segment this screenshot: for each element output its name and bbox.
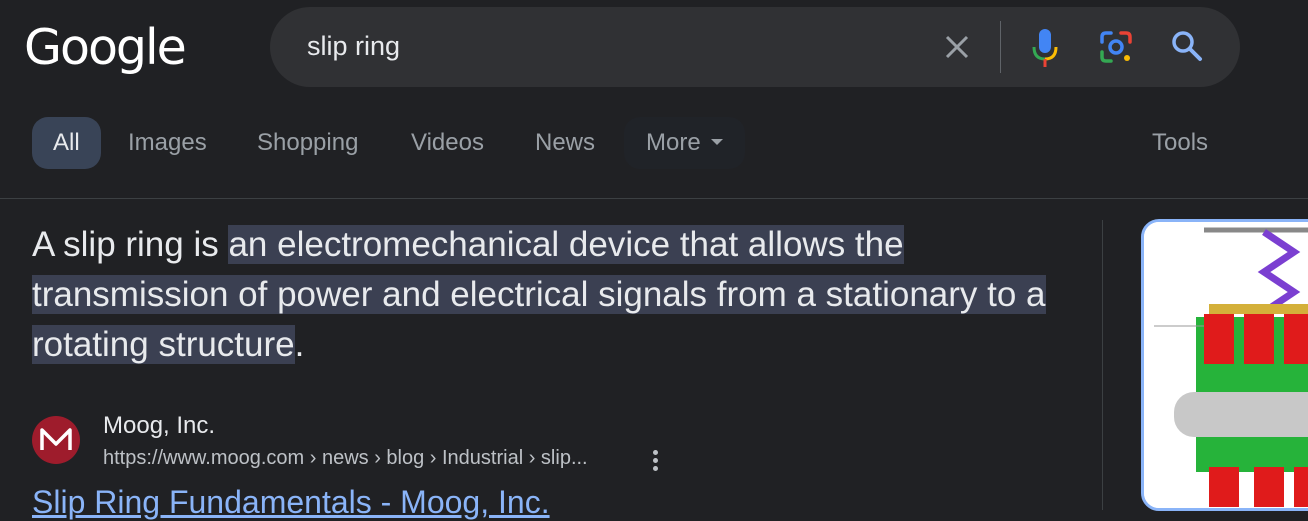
- answer-prefix: A slip ring is: [32, 225, 229, 264]
- source-url[interactable]: https://www.moog.com › news › blog › Ind…: [103, 447, 588, 470]
- source-name[interactable]: Moog, Inc.: [103, 412, 215, 440]
- tabs-divider: [0, 198, 1308, 199]
- chevron-down-icon: [710, 138, 723, 145]
- tab-shopping[interactable]: Shopping: [257, 117, 358, 169]
- featured-snippet-answer: A slip ring is an electromechanical devi…: [32, 220, 1082, 370]
- microphone-icon[interactable]: [1030, 27, 1060, 69]
- more-options-icon[interactable]: [645, 447, 665, 473]
- search-icon[interactable]: [1170, 29, 1204, 63]
- result-title-link[interactable]: Slip Ring Fundamentals - Moog, Inc.: [32, 484, 550, 521]
- snippet-divider: [1102, 220, 1103, 510]
- tab-videos[interactable]: Videos: [411, 117, 484, 169]
- search-input[interactable]: slip ring: [307, 31, 400, 62]
- tab-more[interactable]: More: [624, 117, 745, 169]
- google-logo[interactable]: Google: [24, 18, 187, 78]
- snippet-image[interactable]: [1141, 219, 1308, 511]
- search-box[interactable]: slip ring: [270, 7, 1240, 87]
- slip-ring-diagram-image: [1144, 222, 1308, 508]
- search-tabs: All Images Shopping Videos News More Too…: [0, 115, 1308, 175]
- tab-news[interactable]: News: [535, 117, 595, 169]
- close-icon[interactable]: [942, 32, 972, 62]
- answer-suffix: .: [294, 325, 305, 364]
- tools-button[interactable]: Tools: [1152, 117, 1208, 169]
- moog-favicon[interactable]: [32, 416, 80, 464]
- tab-all[interactable]: All: [32, 117, 101, 169]
- tab-images[interactable]: Images: [128, 117, 207, 169]
- search-divider: [1000, 21, 1001, 73]
- tab-more-label: More: [646, 129, 701, 156]
- google-lens-icon[interactable]: [1098, 29, 1134, 65]
